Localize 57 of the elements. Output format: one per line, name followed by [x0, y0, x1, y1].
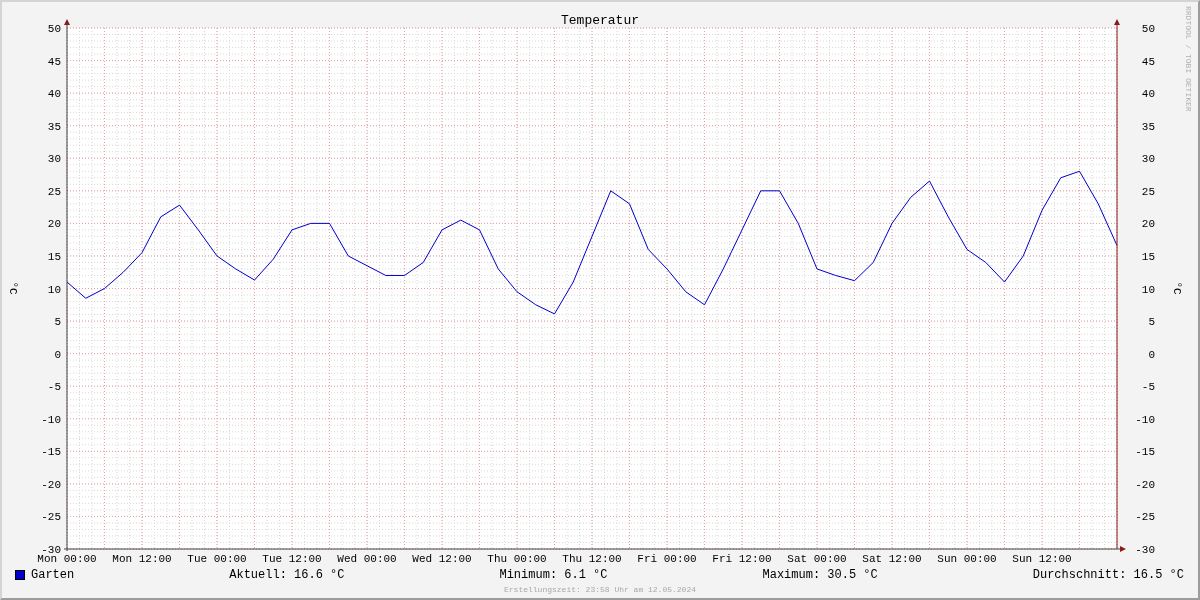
axis-tick-label: -5	[1141, 381, 1155, 394]
creation-time-text: Erstellungszeit: 23:58 Uhr am 12.05.2024	[504, 584, 696, 596]
axis-tick-label: 30	[47, 153, 61, 166]
axis-tick-label: -10	[1135, 413, 1155, 426]
axis-tick-label: 35	[47, 120, 61, 133]
legend-stat: Durchschnitt: 16.5 °C	[1032, 567, 1184, 584]
axis-tick-label: Sun 00:00	[937, 553, 997, 565]
axis-tick-label: 5	[54, 316, 61, 329]
axis-tick-label: 5	[1148, 316, 1155, 329]
axis-tick-label: -20	[41, 478, 61, 491]
legend-label: Garten	[31, 567, 75, 584]
chart-title: Temperatur	[561, 13, 639, 28]
axis-tick-label: 0	[54, 348, 61, 361]
axis-tick-label: 50	[47, 23, 61, 35]
axis-tick-label: Sun 12:00	[1012, 553, 1072, 565]
axis-tick-label: 10	[1141, 283, 1155, 296]
axis-tick-label: Sat 12:00	[862, 553, 922, 565]
axis-tick-label: 45	[1141, 55, 1155, 68]
axis-tick-label: 15	[47, 250, 61, 263]
axis-tick-label: Fri 12:00	[712, 553, 772, 565]
axis-tick-label: -25	[1135, 511, 1155, 524]
axis-label: °C	[7, 281, 19, 295]
axis-tick-label: -30	[41, 544, 61, 556]
axis-tick-label: -30	[1135, 544, 1155, 556]
axis-tick-label: -20	[1135, 478, 1155, 491]
axis-tick-label: 35	[1141, 120, 1155, 133]
legend-stat: Aktuell: 16.6 °C	[229, 567, 345, 584]
axis-tick-label: 25	[1141, 185, 1155, 198]
axis-tick-label: Mon 12:00	[112, 553, 172, 565]
axis-label: °C	[1171, 281, 1183, 295]
axis-tick-label: 25	[47, 185, 61, 198]
axis-tick-label: -10	[41, 413, 61, 426]
axis-tick-label: -15	[41, 446, 61, 459]
axis-tick-label: Fri 00:00	[637, 553, 697, 565]
axis-tick-label: 20	[47, 218, 61, 231]
axis-tick-label: Thu 12:00	[562, 553, 622, 565]
axis-tick-label: Wed 00:00	[337, 553, 397, 565]
axis-tick-label: 30	[1141, 153, 1155, 166]
axis-tick-label: 10	[47, 283, 61, 296]
axis-tick-label: Mon 00:00	[37, 553, 97, 565]
axis-tick-label: -5	[47, 381, 61, 394]
axis-tick-label: -15	[1135, 446, 1155, 459]
axis-tick-label: Thu 00:00	[487, 553, 547, 565]
axis-tick-label: Wed 12:00	[412, 553, 472, 565]
axis-tick-label: Tue 12:00	[262, 553, 322, 565]
axis-tick-label: Sat 00:00	[787, 553, 847, 565]
legend-stat: Maximum: 30.5 °C	[762, 567, 878, 584]
axis-tick-label: -25	[41, 511, 61, 524]
axis-tick-label: 15	[1141, 250, 1155, 263]
axis-tick-label: Tue 00:00	[187, 553, 247, 565]
legend-stat: Minimum: 6.1 °C	[499, 567, 608, 584]
axis-tick-label: 20	[1141, 218, 1155, 231]
axis-tick-label: 45	[47, 55, 61, 68]
axis-tick-label: 40	[47, 88, 61, 101]
axis-tick-label: 0	[1148, 348, 1155, 361]
axis-tick-label: 40	[1141, 88, 1155, 101]
axis-tick-label: 50	[1141, 23, 1155, 35]
